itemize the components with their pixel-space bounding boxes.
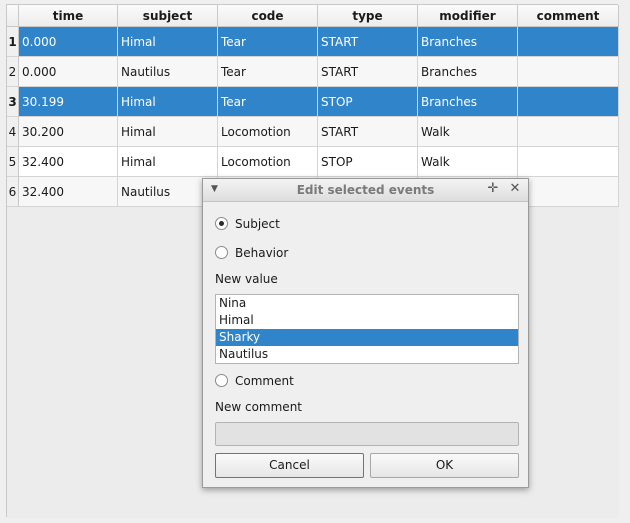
dialog-title: Edit selected events (296, 183, 435, 197)
column-header-subject[interactable]: subject (118, 5, 218, 27)
cell-comment[interactable] (518, 117, 619, 147)
row-header[interactable]: 1 (7, 27, 19, 57)
row-header[interactable]: 5 (7, 147, 19, 177)
cell-time[interactable]: 30.199 (19, 87, 118, 117)
radio-comment-label[interactable]: Comment (235, 372, 294, 390)
cell-comment[interactable] (518, 27, 619, 57)
cell-code[interactable]: Tear (218, 27, 318, 57)
cell-code[interactable]: Tear (218, 87, 318, 117)
cell-type[interactable]: START (318, 27, 418, 57)
dialog-titlebar[interactable]: ▼ Edit selected events ✛ ✕ (203, 179, 528, 202)
cell-code[interactable]: Locomotion (218, 147, 318, 177)
list-item-selected[interactable]: Sharky (216, 329, 518, 346)
cell-type[interactable]: STOP (318, 147, 418, 177)
column-header-type[interactable]: type (318, 5, 418, 27)
cell-comment[interactable] (518, 57, 619, 87)
cell-modifier[interactable]: Branches (418, 87, 518, 117)
cell-comment[interactable] (518, 177, 619, 207)
cell-type[interactable]: START (318, 57, 418, 87)
value-listbox[interactable]: Nina Himal Sharky Nautilus (215, 294, 519, 364)
close-icon[interactable]: ✕ (508, 182, 522, 196)
list-item[interactable]: Himal (216, 312, 518, 329)
table-row[interactable]: 2 0.000 Nautilus Tear START Branches (7, 57, 619, 87)
new-comment-label: New comment (215, 400, 302, 414)
cell-modifier[interactable]: Walk (418, 117, 518, 147)
row-header[interactable]: 2 (7, 57, 19, 87)
cell-code[interactable]: Tear (218, 57, 318, 87)
table-row[interactable]: 4 30.200 Himal Locomotion START Walk (7, 117, 619, 147)
cell-modifier[interactable]: Branches (418, 27, 518, 57)
table-row[interactable]: 1 0.000 Himal Tear START Branches (7, 27, 619, 57)
row-header[interactable]: 3 (7, 87, 19, 117)
cell-subject[interactable]: Himal (118, 147, 218, 177)
table-header: time subject code type modifier comment (7, 5, 619, 27)
row-header[interactable]: 4 (7, 117, 19, 147)
list-item[interactable]: Nina (216, 295, 518, 312)
cell-time[interactable]: 0.000 (19, 57, 118, 87)
cell-type[interactable]: START (318, 117, 418, 147)
column-header-code[interactable]: code (218, 5, 318, 27)
cell-modifier[interactable]: Branches (418, 57, 518, 87)
row-header[interactable]: 6 (7, 177, 19, 207)
column-header-time[interactable]: time (19, 5, 118, 27)
cell-modifier[interactable]: Walk (418, 147, 518, 177)
radio-subject-label[interactable]: Subject (235, 215, 280, 233)
pin-icon[interactable]: ✛ (486, 182, 500, 196)
cell-time[interactable]: 30.200 (19, 117, 118, 147)
cell-subject[interactable]: Nautilus (118, 57, 218, 87)
column-header-modifier[interactable]: modifier (418, 5, 518, 27)
column-header-comment[interactable]: comment (518, 5, 619, 27)
radio-behavior-label[interactable]: Behavior (235, 244, 288, 262)
cell-comment[interactable] (518, 147, 619, 177)
cell-code[interactable]: Locomotion (218, 117, 318, 147)
new-value-label: New value (215, 272, 278, 286)
cell-time[interactable]: 0.000 (19, 27, 118, 57)
cell-subject[interactable]: Himal (118, 27, 218, 57)
list-item[interactable]: Nautilus (216, 346, 518, 363)
table-corner[interactable] (7, 5, 19, 27)
cell-time[interactable]: 32.400 (19, 147, 118, 177)
radio-comment-indicator[interactable] (215, 374, 228, 387)
edit-events-dialog: ▼ Edit selected events ✛ ✕ Subject Behav… (202, 178, 529, 488)
table-row[interactable]: 3 30.199 Himal Tear STOP Branches (7, 87, 619, 117)
radio-behavior-indicator[interactable] (215, 246, 228, 259)
cell-type[interactable]: STOP (318, 87, 418, 117)
cell-subject[interactable]: Himal (118, 87, 218, 117)
ok-button[interactable]: OK (370, 453, 519, 478)
cancel-button[interactable]: Cancel (215, 453, 364, 478)
cell-time[interactable]: 32.400 (19, 177, 118, 207)
new-comment-field[interactable] (215, 422, 519, 446)
cell-subject[interactable]: Himal (118, 117, 218, 147)
table-row[interactable]: 5 32.400 Himal Locomotion STOP Walk (7, 147, 619, 177)
radio-subject-indicator[interactable] (215, 217, 228, 230)
cell-comment[interactable] (518, 87, 619, 117)
